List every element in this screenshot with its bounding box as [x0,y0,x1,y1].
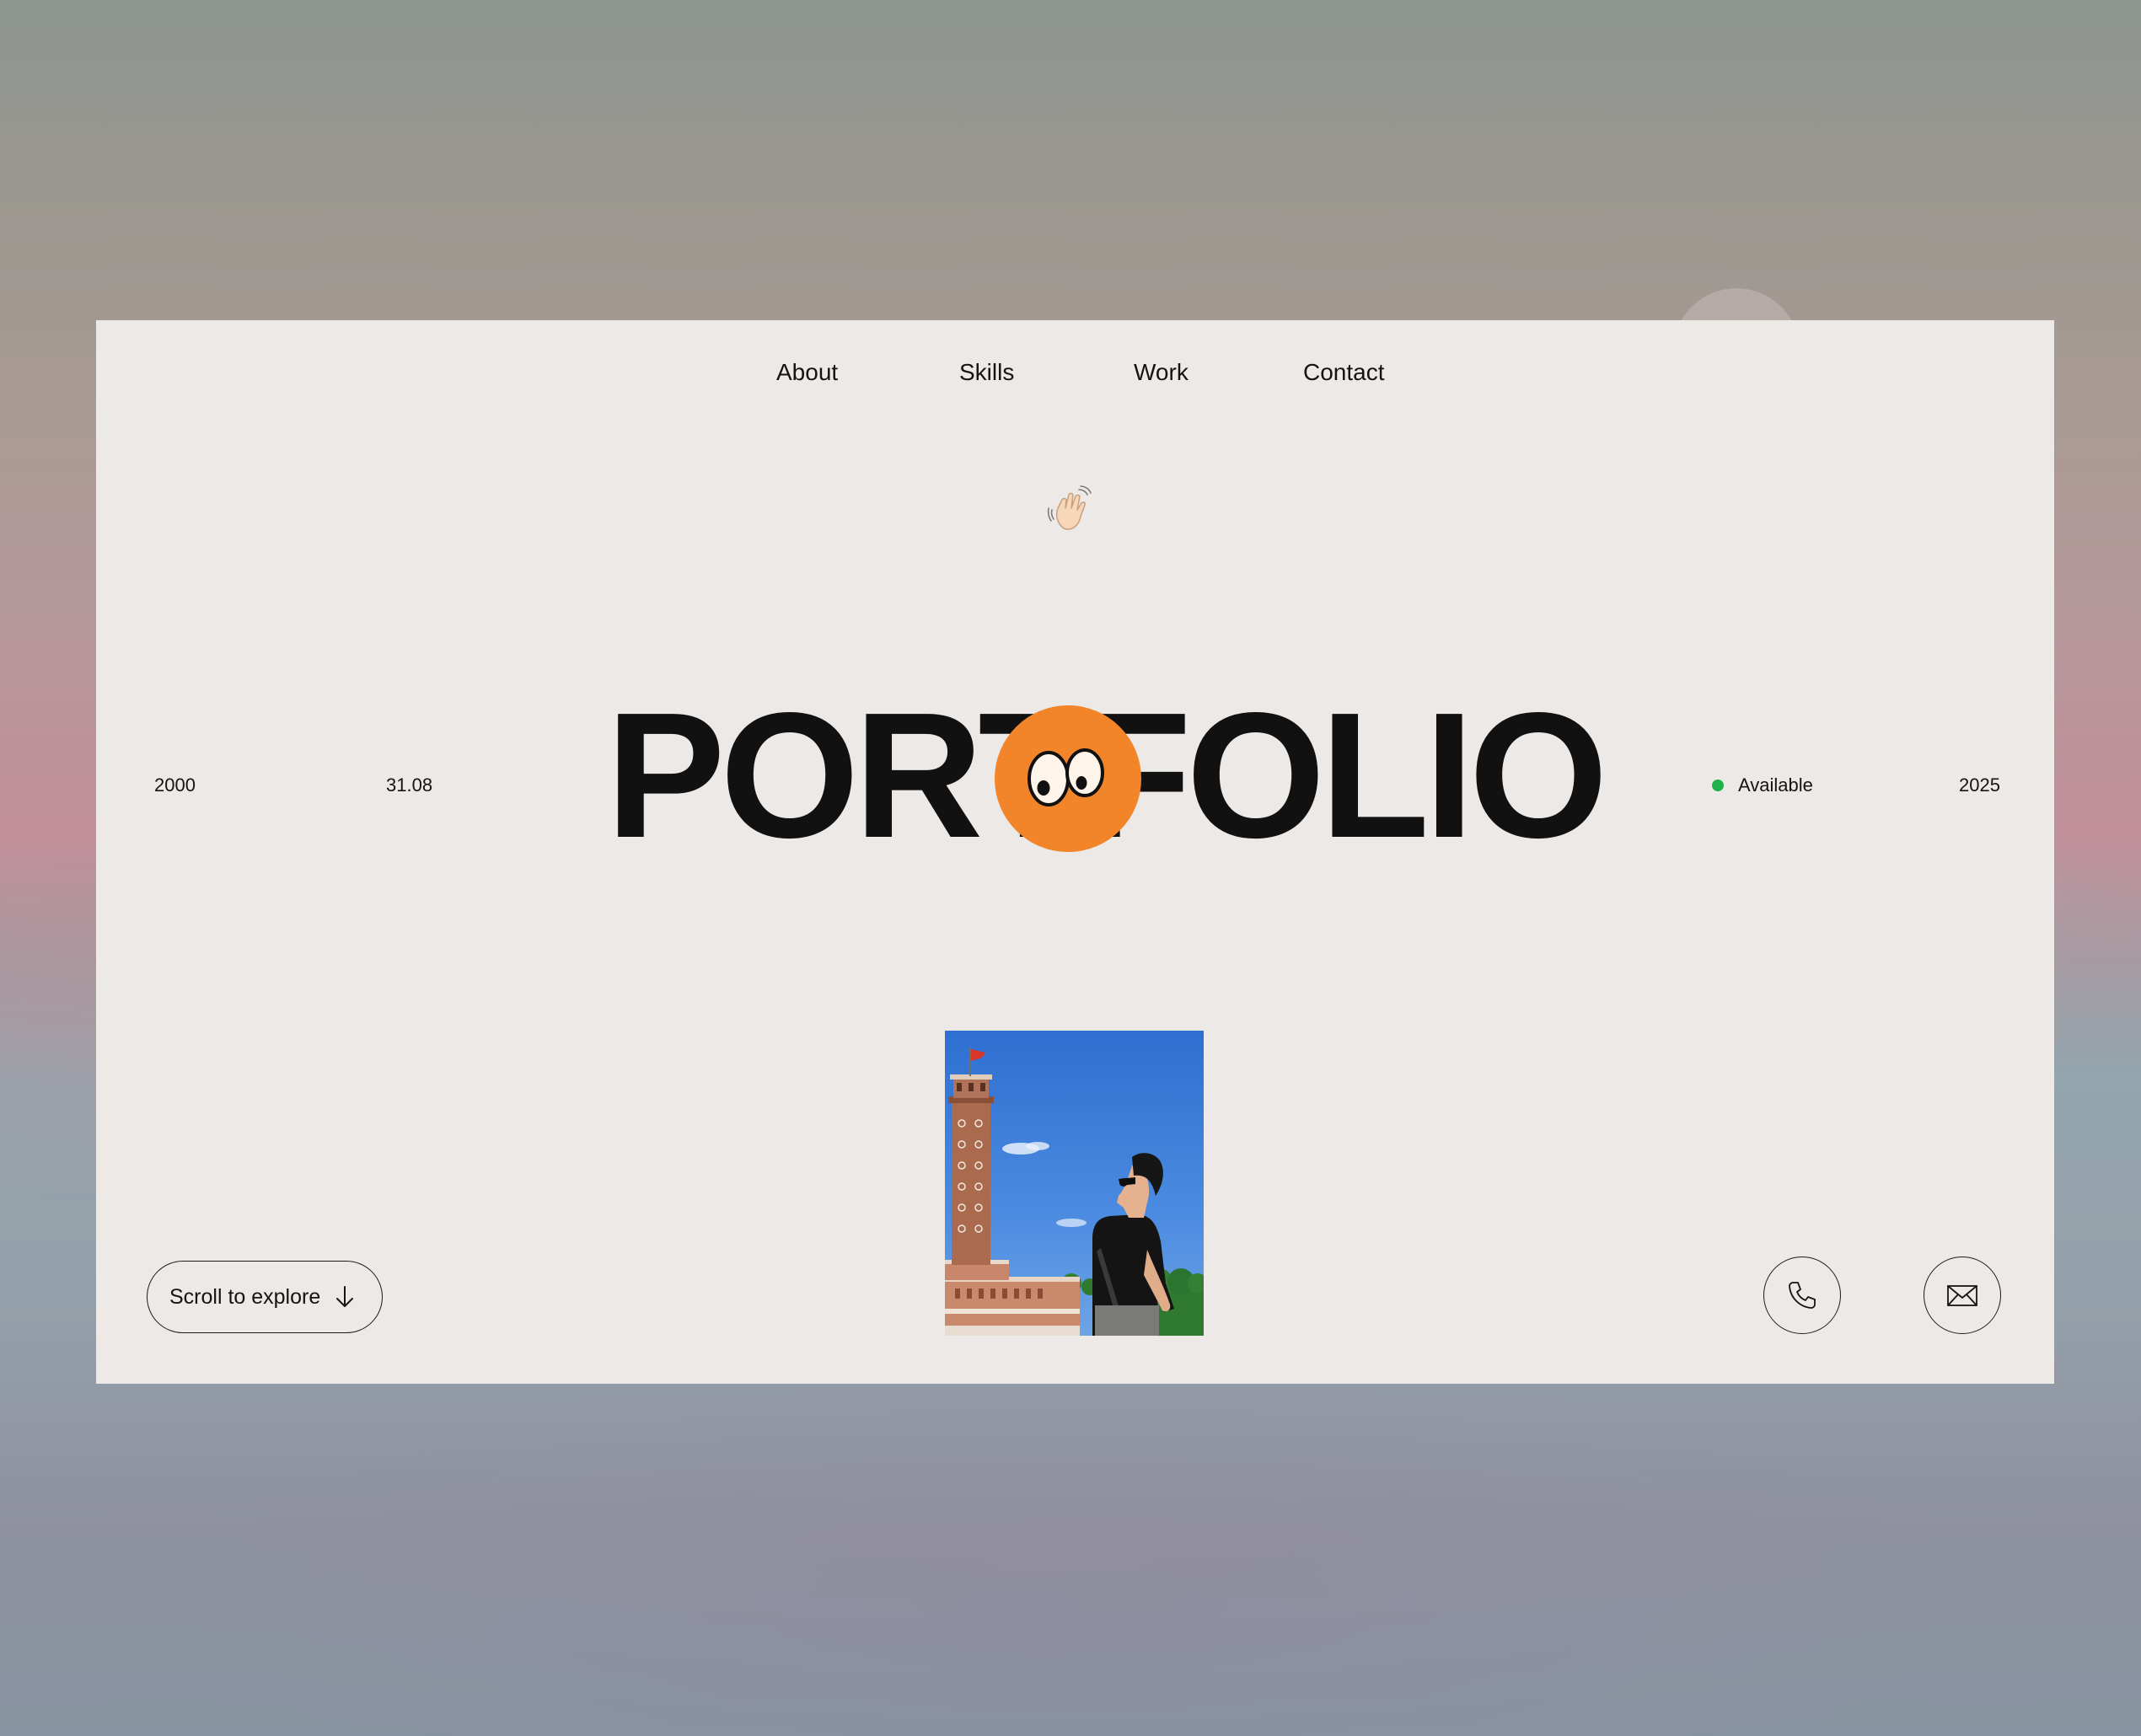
waving-hand-icon [1047,485,1092,530]
nav-item-work[interactable]: Work [1134,356,1189,389]
scroll-to-explore-button[interactable]: Scroll to explore [147,1261,383,1333]
mail-button[interactable] [1924,1256,2001,1334]
portrait-photo [945,1031,1204,1336]
current-year: 2025 [1959,774,2000,796]
eyes-icon [1028,748,1104,806]
scroll-label: Scroll to explore [169,1284,321,1309]
birth-year: 2000 [154,774,196,796]
nav-item-skills[interactable]: Skills [959,356,1014,389]
eyes-badge [995,705,1141,852]
phone-icon [1789,1282,1816,1309]
top-nav: About Skills Work Contact [96,356,2054,389]
phone-button[interactable] [1763,1256,1841,1334]
portfolio-card: About Skills Work Contact 2000 31.08 Ava… [96,320,2054,1384]
nav-item-about[interactable]: About [776,356,838,389]
birth-date: 31.08 [386,774,433,796]
mail-icon [1947,1285,1977,1306]
availability-status: Available [1738,774,1813,796]
status-dot-icon [1712,780,1724,791]
nav-item-contact[interactable]: Contact [1303,356,1385,389]
arrow-down-icon [336,1286,354,1307]
